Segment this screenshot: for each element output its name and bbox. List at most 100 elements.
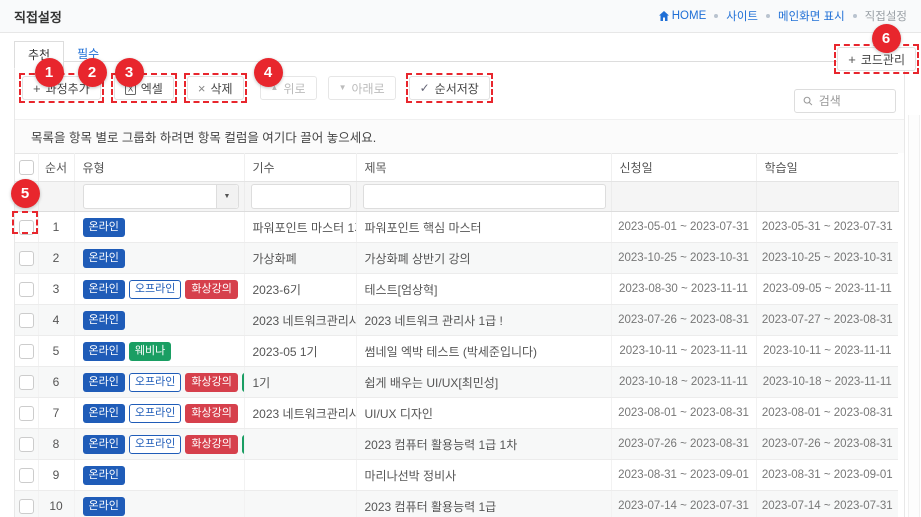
badge-offline: 오프라인: [129, 280, 181, 299]
cohort-filter-input[interactable]: [251, 184, 351, 209]
row-apply-period: 2023-10-25 ~ 2023-10-31: [611, 243, 756, 274]
x-icon: ×: [198, 82, 206, 95]
row-type-badges: 온라인: [74, 491, 244, 517]
row-apply-period: 2023-05-01 ~ 2023-07-31: [611, 212, 756, 243]
page-title: 직접설정: [14, 7, 62, 26]
select-all-checkbox[interactable]: [19, 160, 34, 175]
row-study-period: 2023-07-27 ~ 2023-08-31: [756, 305, 898, 336]
row-title: 2023 네트워크 관리사 1급 !: [356, 305, 611, 336]
row-type-badges: 온라인오프라인화상강의웨비나: [74, 367, 244, 398]
table-body: 1온라인파워포인트 마스터 1기파워포인트 핵심 마스터2023-05-01 ~…: [15, 212, 898, 517]
row-checkbox[interactable]: [19, 344, 34, 359]
plus-icon: +: [848, 53, 856, 66]
breadcrumb-main-display-link[interactable]: 메인화면 표시: [778, 8, 845, 24]
column-header-cohort[interactable]: 기수: [244, 154, 356, 182]
row-type-badges: 온라인: [74, 212, 244, 243]
row-checkbox[interactable]: [19, 437, 34, 452]
badge-offline: 오프라인: [129, 404, 181, 423]
annotation-box-row-checkbox: [12, 211, 38, 234]
column-header-title[interactable]: 제목: [356, 154, 611, 182]
table-row: 3온라인오프라인화상강의2023-6기테스트[엄상혁]2023-08-30 ~ …: [15, 274, 898, 305]
vertical-scrollbar[interactable]: [908, 115, 920, 517]
search-input[interactable]: [819, 94, 887, 108]
save-order-label: 순서저장: [435, 80, 479, 97]
table-row: 1온라인파워포인트 마스터 1기파워포인트 핵심 마스터2023-05-01 ~…: [15, 212, 898, 243]
column-header-order[interactable]: 순서: [38, 154, 74, 182]
excel-label: 엑셀: [141, 80, 163, 97]
save-order-button[interactable]: ✓ 순서저장: [409, 76, 490, 100]
row-order: 5: [38, 336, 74, 367]
row-study-period: 2023-05-31 ~ 2023-07-31: [756, 212, 898, 243]
home-icon: [659, 11, 669, 21]
badge-online: 온라인: [83, 435, 125, 454]
group-drop-zone[interactable]: 목록을 항목 별로 그룹화 하려면 항목 컬럼을 여기다 끌어 놓으세요.: [15, 119, 904, 153]
row-order: 6: [38, 367, 74, 398]
row-title: 마리나선박 정비사: [356, 460, 611, 491]
search-box: [794, 89, 896, 113]
row-type-badges: 온라인오프라인화상강의웨비나: [74, 429, 244, 460]
row-title: 가상화폐 상반기 강의: [356, 243, 611, 274]
row-title: 썸네일 엑박 테스트 (박세준입니다): [356, 336, 611, 367]
row-checkbox[interactable]: [19, 313, 34, 328]
row-cohort: 2023-05 1기: [244, 336, 356, 367]
row-checkbox[interactable]: [19, 375, 34, 390]
badge-video: 화상강의: [185, 404, 237, 423]
badge-online: 온라인: [83, 311, 125, 330]
row-title: 테스트[엄상혁]: [356, 274, 611, 305]
column-header-type[interactable]: 유형: [74, 154, 244, 182]
row-title: 2023 컴퓨터 활용능력 1급 1차: [356, 429, 611, 460]
delete-button[interactable]: × 삭제: [187, 76, 244, 100]
column-header-study-date[interactable]: 학습일: [756, 154, 898, 182]
type-filter-select[interactable]: ▼: [83, 184, 239, 209]
breadcrumb-home-link[interactable]: HOME: [659, 10, 707, 22]
breadcrumb-dot: [766, 14, 770, 18]
row-cohort: 가상화폐: [244, 243, 356, 274]
row-title: 쉽게 배우는 UI/UX[최민성]: [356, 367, 611, 398]
row-cohort: 2023 네트워크관리사 1기: [244, 305, 356, 336]
badge-video: 화상강의: [185, 280, 237, 299]
badge-online: 온라인: [83, 280, 125, 299]
content-panel: + 과정추가 X 엑셀 × 삭제 ▲ 위로 ▼: [14, 61, 905, 517]
row-order: 4: [38, 305, 74, 336]
row-checkbox[interactable]: [19, 282, 34, 297]
row-apply-period: 2023-07-14 ~ 2023-07-31: [611, 491, 756, 517]
row-order: 8: [38, 429, 74, 460]
row-type-badges: 온라인: [74, 305, 244, 336]
row-cohort: 1기: [244, 367, 356, 398]
row-type-badges: 온라인: [74, 460, 244, 491]
row-checkbox[interactable]: [19, 406, 34, 421]
row-title: 파워포인트 핵심 마스터: [356, 212, 611, 243]
row-order: 1: [38, 212, 74, 243]
row-apply-period: 2023-08-01 ~ 2023-08-31: [611, 398, 756, 429]
row-study-period: 2023-07-14 ~ 2023-07-31: [756, 491, 898, 517]
row-type-badges: 온라인웨비나: [74, 336, 244, 367]
move-down-button[interactable]: ▼ 아래로: [328, 76, 396, 100]
annotation-circle-2: 2: [78, 58, 107, 87]
row-checkbox[interactable]: [19, 251, 34, 266]
title-filter-input[interactable]: [363, 184, 606, 209]
table-row: 10온라인2023 컴퓨터 활용능력 1급2023-07-14 ~ 2023-0…: [15, 491, 898, 517]
select-caret-icon: ▼: [216, 185, 238, 208]
annotation-circle-4: 4: [254, 58, 283, 87]
row-study-period: 2023-10-25 ~ 2023-10-31: [756, 243, 898, 274]
column-header-apply-date[interactable]: 신청일: [611, 154, 756, 182]
table-row: 9온라인마리나선박 정비사2023-08-31 ~ 2023-09-012023…: [15, 460, 898, 491]
row-checkbox[interactable]: [19, 468, 34, 483]
badge-online: 온라인: [83, 497, 125, 516]
badge-online: 온라인: [83, 466, 125, 485]
code-manage-button[interactable]: + 코드관리: [837, 47, 916, 71]
badge-online: 온라인: [83, 404, 125, 423]
row-cohort: 2023 네트워크관리사 1기: [244, 398, 356, 429]
annotation-box-delete: × 삭제: [184, 73, 247, 103]
breadcrumb-site-link[interactable]: 사이트: [726, 8, 758, 24]
table-row: 7온라인오프라인화상강의2023 네트워크관리사 1기UI/UX 디자인2023…: [15, 398, 898, 429]
annotation-circle-3: 3: [115, 58, 144, 87]
breadcrumb-home-label: HOME: [672, 10, 707, 22]
filter-row: ▼: [15, 182, 898, 212]
annotation-circle-6: 6: [872, 24, 901, 53]
breadcrumb: HOME 사이트 메인화면 표시 직접설정: [659, 8, 907, 24]
move-up-label: 위로: [283, 80, 305, 97]
row-checkbox[interactable]: [19, 499, 34, 514]
badge-video: 화상강의: [185, 435, 237, 454]
group-hint-text: 목록을 항목 별로 그룹화 하려면 항목 컬럼을 여기다 끌어 놓으세요.: [31, 127, 376, 146]
